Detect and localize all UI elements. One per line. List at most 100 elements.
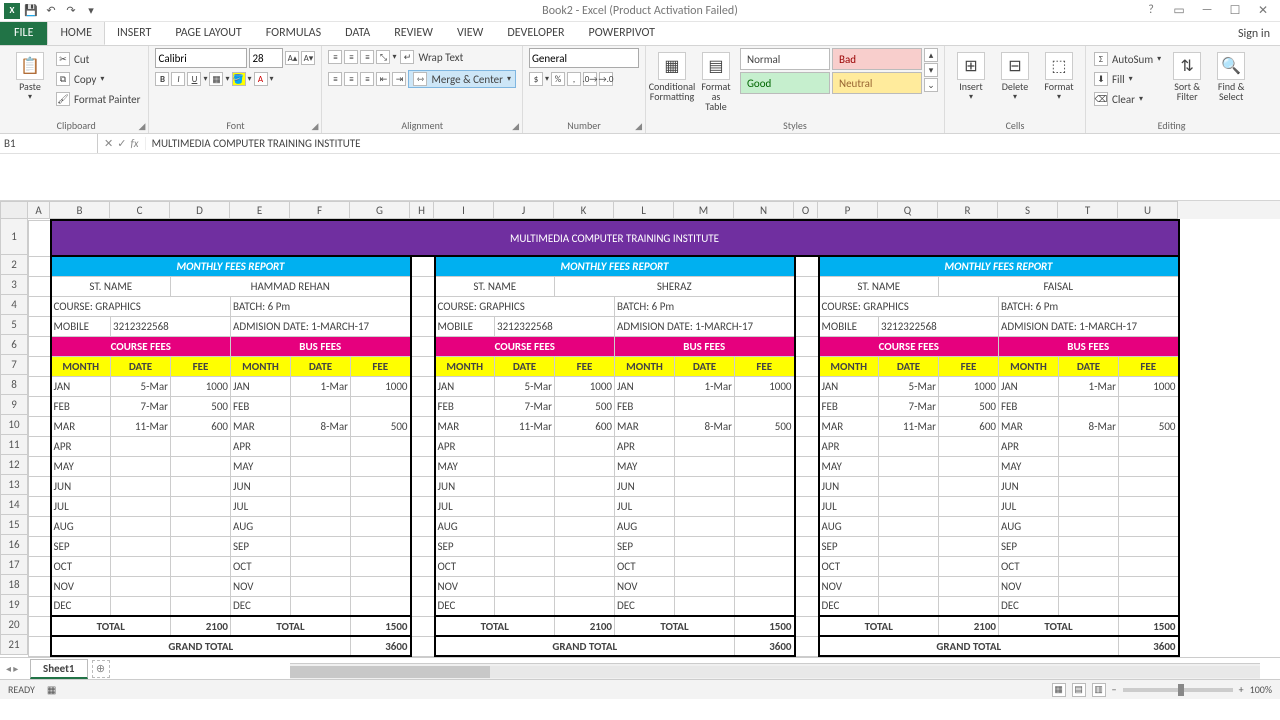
styles-more-icon[interactable]: ⌄ (924, 78, 938, 92)
orientation-icon[interactable]: ⤡ (376, 50, 390, 64)
delete-cells-button[interactable]: ⊟Delete▾ (995, 48, 1035, 102)
enter-formula-icon[interactable]: ✓ (117, 137, 126, 150)
col-header-F[interactable]: F (290, 201, 350, 219)
close-icon[interactable]: ✕ (1250, 3, 1276, 18)
cell-styles-gallery[interactable]: Normal Bad Good Neutral (740, 48, 922, 94)
bold-button[interactable]: B (155, 72, 169, 86)
font-name-input[interactable] (155, 48, 247, 68)
tab-review[interactable]: REVIEW (382, 21, 445, 45)
zoom-slider[interactable] (1123, 688, 1233, 692)
conditional-formatting-button[interactable]: ▦Conditional Formatting (652, 48, 692, 102)
tab-formulas[interactable]: FORMULAS (254, 21, 333, 45)
row-header-14[interactable]: 14 (0, 495, 28, 515)
tab-developer[interactable]: DEVELOPER (495, 21, 576, 45)
row-header-10[interactable]: 10 (0, 415, 28, 435)
align-middle-icon[interactable]: ≡ (344, 50, 358, 64)
col-header-K[interactable]: K (554, 201, 614, 219)
grow-font-icon[interactable]: A▴ (285, 51, 299, 65)
row-header-19[interactable]: 19 (0, 595, 28, 615)
tab-pagelayout[interactable]: PAGE LAYOUT (163, 21, 253, 45)
view-normal-icon[interactable]: ▦ (1052, 683, 1066, 697)
font-color-button[interactable]: A (254, 72, 268, 86)
decrease-decimal-icon[interactable]: →.0 (599, 72, 613, 86)
minimize-icon[interactable]: — (1194, 3, 1220, 18)
cut-button[interactable]: ✂Cut (54, 50, 142, 68)
italic-button[interactable]: I (171, 72, 185, 86)
percent-icon[interactable]: % (551, 72, 565, 86)
row-header-1[interactable]: 1 (0, 219, 28, 255)
tab-data[interactable]: DATA (333, 21, 382, 45)
macro-record-icon[interactable]: ▦ (47, 683, 56, 696)
tab-home[interactable]: HOME (47, 21, 105, 45)
col-header-O[interactable]: O (794, 201, 818, 219)
col-header-I[interactable]: I (434, 201, 494, 219)
row-header-3[interactable]: 3 (0, 275, 28, 295)
align-center-icon[interactable]: ≡ (344, 72, 358, 86)
row-header-15[interactable]: 15 (0, 515, 28, 535)
ribbon-options-icon[interactable]: ▭ (1166, 3, 1192, 18)
tab-powerpivot[interactable]: POWERPIVOT (577, 21, 667, 45)
name-box[interactable]: B1 (0, 134, 98, 153)
fill-color-button[interactable]: 🪣 (232, 72, 246, 86)
file-tab[interactable]: FILE (0, 21, 47, 45)
underline-button[interactable]: U (187, 72, 201, 86)
clear-button[interactable]: ⌫Clear▾ (1092, 90, 1163, 108)
zoom-value[interactable]: 100% (1250, 683, 1272, 696)
row-header-8[interactable]: 8 (0, 375, 28, 395)
fill-button[interactable]: ⬇Fill▾ (1092, 70, 1163, 88)
title-cell[interactable]: MULTIMEDIA COMPUTER TRAINING INSTITUTE (51, 220, 1179, 256)
tab-insert[interactable]: INSERT (105, 21, 163, 45)
col-header-B[interactable]: B (50, 201, 110, 219)
col-header-L[interactable]: L (614, 201, 674, 219)
wrap-text-button[interactable]: ↵Wrap Text (398, 48, 465, 66)
style-good[interactable]: Good (740, 72, 830, 94)
increase-decimal-icon[interactable]: .0→ (583, 72, 597, 86)
col-header-N[interactable]: N (734, 201, 794, 219)
view-pagelayout-icon[interactable]: ▤ (1072, 683, 1086, 697)
copy-button[interactable]: ⧉Copy▾ (54, 70, 142, 88)
align-left-icon[interactable]: ≡ (328, 72, 342, 86)
sheet-nav-icons[interactable]: ◂ ▸ (6, 662, 18, 675)
borders-button[interactable]: ▦ (209, 72, 223, 86)
row-header-9[interactable]: 9 (0, 395, 28, 415)
paste-button[interactable]: 📋 Paste ▾ (10, 48, 50, 102)
row-header-20[interactable]: 20 (0, 615, 28, 635)
col-header-R[interactable]: R (938, 201, 998, 219)
row-header-13[interactable]: 13 (0, 475, 28, 495)
merge-center-button[interactable]: ⇿Merge & Center▾ (408, 70, 516, 88)
sort-filter-button[interactable]: ⇅Sort & Filter (1167, 48, 1207, 102)
align-right-icon[interactable]: ≡ (360, 72, 374, 86)
insert-cells-button[interactable]: ⊞Insert▾ (951, 48, 991, 102)
style-bad[interactable]: Bad (832, 48, 922, 70)
format-as-table-button[interactable]: ▤Format as Table (696, 48, 736, 112)
row-header-21[interactable]: 21 (0, 635, 28, 655)
autosum-button[interactable]: ΣAutoSum▾ (1092, 50, 1163, 68)
number-format-select[interactable] (529, 48, 639, 68)
col-header-A[interactable]: A (28, 201, 50, 219)
styles-up-icon[interactable]: ▴ (924, 48, 938, 62)
shrink-font-icon[interactable]: A▾ (301, 51, 315, 65)
comma-icon[interactable]: , (567, 72, 581, 86)
worksheet[interactable]: ABCDEFGHIJKLMNOPQRSTU 123456789101112131… (0, 201, 1280, 657)
formula-bar-input[interactable]: MULTIMEDIA COMPUTER TRAINING INSTITUTE (146, 137, 1280, 150)
row-header-18[interactable]: 18 (0, 575, 28, 595)
find-select-button[interactable]: 🔍Find & Select (1211, 48, 1251, 102)
cancel-formula-icon[interactable]: ✕ (104, 137, 113, 150)
col-header-H[interactable]: H (410, 201, 434, 219)
row-header-12[interactable]: 12 (0, 455, 28, 475)
col-header-S[interactable]: S (998, 201, 1058, 219)
row-header-6[interactable]: 6 (0, 335, 28, 355)
col-header-C[interactable]: C (110, 201, 170, 219)
redo-icon[interactable]: ↷ (62, 2, 80, 20)
tab-view[interactable]: VIEW (445, 21, 495, 45)
styles-down-icon[interactable]: ▾ (924, 63, 938, 77)
font-size-input[interactable] (249, 48, 283, 68)
style-neutral[interactable]: Neutral (832, 72, 922, 94)
style-normal[interactable]: Normal (740, 48, 830, 70)
align-bottom-icon[interactable]: ≡ (360, 50, 374, 64)
align-top-icon[interactable]: ≡ (328, 50, 342, 64)
col-header-U[interactable]: U (1118, 201, 1178, 219)
row-header-17[interactable]: 17 (0, 555, 28, 575)
sign-in-link[interactable]: Sign in (1228, 23, 1280, 45)
fx-icon[interactable]: fx (130, 137, 138, 150)
